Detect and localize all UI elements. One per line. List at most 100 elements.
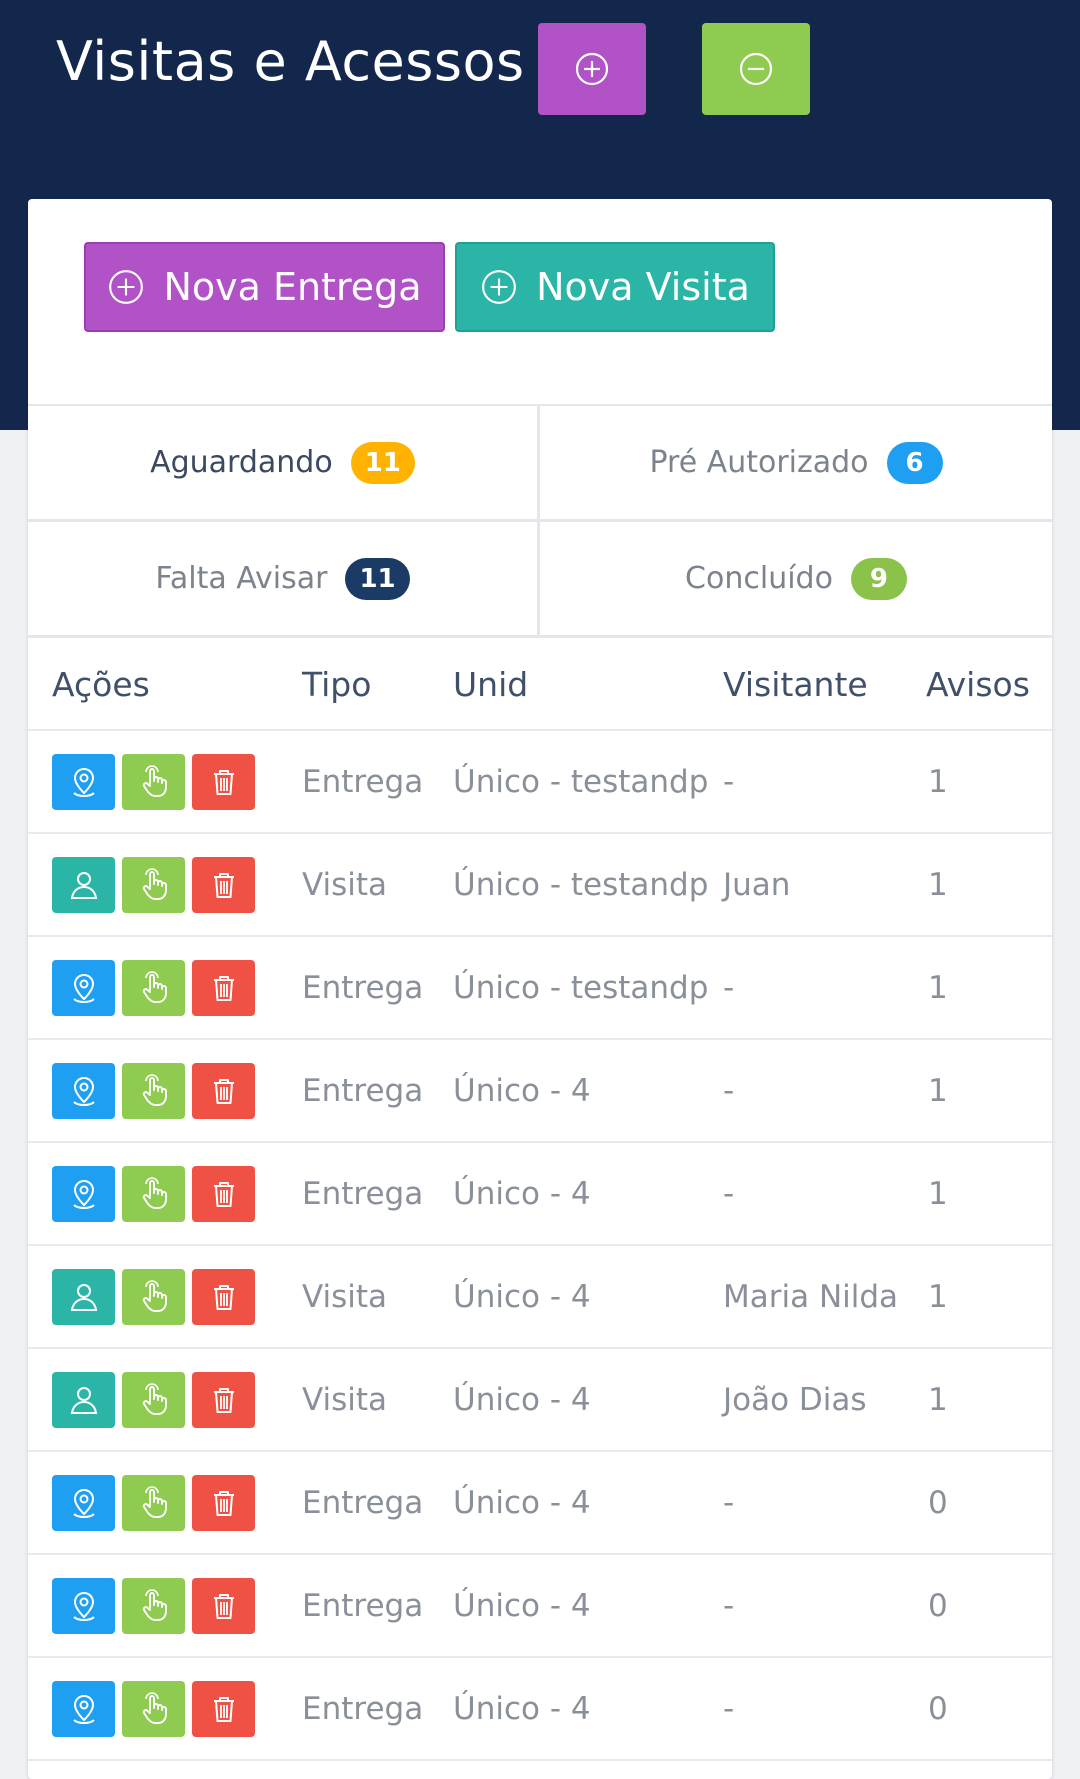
status-tabs: Aguardando 11 Pré Autorizado 6 Falta Avisar 1…: [28, 404, 1052, 638]
notify-button[interactable]: [122, 1165, 185, 1222]
tab-concluido[interactable]: Concluído 9: [540, 522, 1052, 638]
row-actions: [52, 937, 255, 1038]
row-avisos: 1: [928, 1381, 948, 1418]
user-icon: [70, 871, 97, 899]
column-header-unid: Unid: [453, 664, 529, 704]
collapse-button[interactable]: [702, 23, 810, 115]
row-tipo: Entrega: [302, 1690, 424, 1727]
location-button[interactable]: [52, 1474, 115, 1531]
row-visitante: Maria Nilda: [723, 1278, 899, 1315]
trash-icon: [213, 1490, 234, 1516]
user-icon: [70, 1283, 97, 1311]
row-avisos: 1: [928, 1175, 948, 1212]
row-unid: Único - 4: [453, 1278, 591, 1315]
table-row: Entrega Único - testandp - 1: [28, 937, 1052, 1040]
delete-button[interactable]: [192, 1268, 255, 1325]
location-button[interactable]: [52, 1062, 115, 1119]
location-button[interactable]: [52, 753, 115, 810]
row-actions: [52, 1246, 255, 1347]
row-visitante: João Dias: [723, 1381, 867, 1418]
delete-button[interactable]: [192, 753, 255, 810]
trash-icon: [213, 1387, 234, 1413]
row-avisos: 1: [928, 1278, 948, 1315]
action-buttons: [52, 1371, 255, 1428]
location-button[interactable]: [52, 1165, 115, 1222]
delete-button[interactable]: [192, 959, 255, 1016]
tab-label: Falta Avisar: [155, 561, 328, 596]
user-icon: [70, 1386, 97, 1414]
location-button[interactable]: [52, 1680, 115, 1737]
row-tipo: Entrega: [302, 969, 424, 1006]
row-unid: Único - 4: [453, 1690, 591, 1727]
hand-pointer-icon: [142, 970, 167, 1003]
notify-button[interactable]: [122, 856, 185, 913]
location-button[interactable]: [52, 959, 115, 1016]
action-buttons: [52, 856, 255, 913]
minus-circle-icon: [739, 52, 773, 86]
tab-label: Pré Autorizado: [649, 445, 869, 480]
row-unid: Único - testandp: [453, 969, 709, 1006]
map-pin-icon: [72, 1488, 95, 1518]
row-unid: Único - testandp: [453, 763, 709, 800]
tab-falta-avisar[interactable]: Falta Avisar 11: [28, 522, 540, 638]
notify-button[interactable]: [122, 1474, 185, 1531]
delete-button[interactable]: [192, 1371, 255, 1428]
notify-button[interactable]: [122, 1062, 185, 1119]
table-row: Visita Único - 4 João Dias 1: [28, 1349, 1052, 1452]
hand-pointer-icon: [142, 1691, 167, 1724]
hand-pointer-icon: [142, 1176, 167, 1209]
delete-button[interactable]: [192, 1062, 255, 1119]
map-pin-icon: [72, 973, 95, 1003]
row-avisos: 1: [928, 1072, 948, 1109]
notify-button[interactable]: [122, 1577, 185, 1634]
row-actions: [52, 834, 255, 935]
tab-pre-autorizado[interactable]: Pré Autorizado 6: [540, 406, 1052, 522]
notify-button[interactable]: [122, 959, 185, 1016]
tab-aguardando[interactable]: Aguardando 11: [28, 406, 540, 522]
location-button[interactable]: [52, 1577, 115, 1634]
row-unid: Único - 4: [453, 1381, 591, 1418]
row-visitante: -: [723, 1690, 735, 1727]
row-avisos: 0: [928, 1484, 948, 1521]
new-delivery-label: Nova Entrega: [163, 265, 422, 309]
column-header-avisos: Avisos: [926, 664, 1030, 704]
delete-button[interactable]: [192, 1474, 255, 1531]
delete-button[interactable]: [192, 856, 255, 913]
row-actions: [52, 1040, 255, 1141]
row-avisos: 1: [928, 866, 948, 903]
map-pin-icon: [72, 1694, 95, 1724]
delete-button[interactable]: [192, 1680, 255, 1737]
visitor-button[interactable]: [52, 856, 115, 913]
new-delivery-button[interactable]: Nova Entrega: [84, 242, 445, 332]
row-actions: [52, 731, 255, 832]
new-visit-button[interactable]: Nova Visita: [455, 242, 775, 332]
new-visit-label: Nova Visita: [536, 265, 750, 309]
notify-button[interactable]: [122, 1680, 185, 1737]
visitor-button[interactable]: [52, 1268, 115, 1325]
column-header-visitante: Visitante: [723, 664, 868, 704]
expand-button[interactable]: [538, 23, 646, 115]
visitor-button[interactable]: [52, 1371, 115, 1428]
hand-pointer-icon: [142, 1588, 167, 1621]
notify-button[interactable]: [122, 1268, 185, 1325]
table-row: Entrega Único - 4 - 1: [28, 1143, 1052, 1246]
plus-circle-icon: [109, 270, 144, 304]
notify-button[interactable]: [122, 1371, 185, 1428]
row-avisos: 0: [928, 1587, 948, 1624]
visits-table: Ações Tipo Unid Visitante Avisos Entrega…: [28, 639, 1052, 1761]
delete-button[interactable]: [192, 1577, 255, 1634]
delete-button[interactable]: [192, 1165, 255, 1222]
page-title: Visitas e Acessos: [56, 30, 525, 93]
table-row: Entrega Único - 4 - 0: [28, 1452, 1052, 1555]
table-row: Visita Único - 4 Maria Nilda 1: [28, 1246, 1052, 1349]
column-header-tipo: Tipo: [302, 664, 372, 704]
row-tipo: Entrega: [302, 1072, 424, 1109]
row-actions: [52, 1658, 255, 1759]
table-row: Entrega Único - 4 - 0: [28, 1658, 1052, 1761]
table-body: Entrega Único - testandp -1 Visita Único - t…: [28, 731, 1052, 1761]
row-unid: Único - 4: [453, 1587, 591, 1624]
row-tipo: Visita: [302, 866, 388, 903]
row-visitante: -: [723, 969, 735, 1006]
notify-button[interactable]: [122, 753, 185, 810]
column-header-acoes: Ações: [52, 664, 150, 704]
